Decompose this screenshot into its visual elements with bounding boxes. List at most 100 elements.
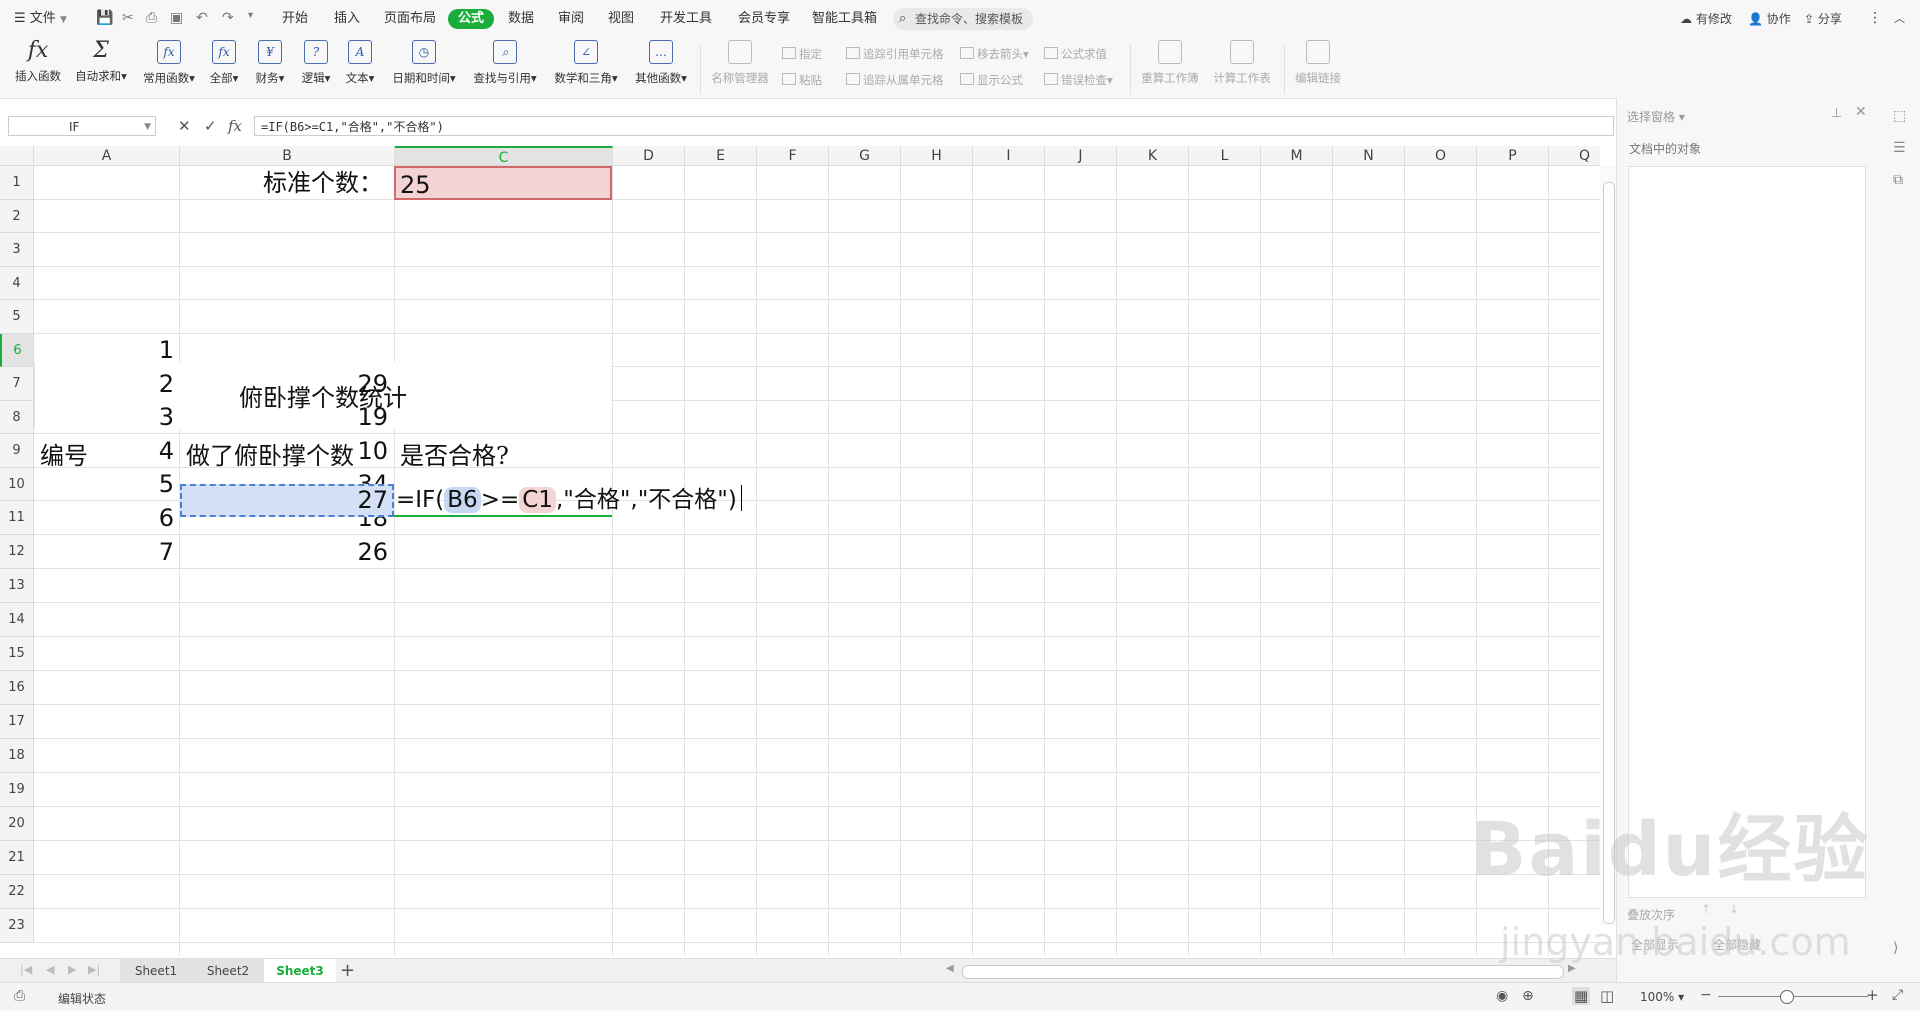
edit-links-button[interactable]: 编辑链接 (1290, 40, 1346, 86)
cell-a7[interactable]: 2 (34, 367, 180, 401)
cell-c1[interactable]: 25 (394, 166, 612, 200)
tab-developer[interactable]: 开发工具 (660, 9, 712, 29)
horizontal-scrollbar[interactable] (962, 965, 1564, 979)
send-backward-icon[interactable]: ↓ (1729, 902, 1739, 916)
add-sheet-icon[interactable]: + (340, 960, 355, 981)
sheet-tab-3[interactable]: Sheet3 (264, 959, 336, 983)
all-functions-button[interactable]: fx 全部▾ (206, 40, 242, 86)
cell-b8[interactable]: 19 (180, 401, 394, 434)
row-header-10[interactable]: 10 (0, 468, 34, 501)
column-header-l[interactable]: L (1189, 146, 1261, 166)
column-header-n[interactable]: N (1333, 146, 1405, 166)
row-header-8[interactable]: 8 (0, 401, 34, 434)
column-header-c[interactable]: C (395, 146, 613, 166)
row-header-5[interactable]: 5 (0, 300, 34, 334)
cell-c6-editor[interactable]: =IF(B6 >= C1 ,"合格","不合格") (396, 484, 742, 517)
normal-view-icon[interactable]: ▦ (1572, 987, 1591, 1005)
bring-forward-icon[interactable]: ↑ (1701, 902, 1711, 916)
sheet-tab-2[interactable]: Sheet2 (192, 959, 264, 983)
financial-button[interactable]: ¥ 财务▾ (252, 40, 288, 86)
common-functions-button[interactable]: fx 常用函数▾ (138, 40, 200, 86)
cell-a10[interactable]: 5 (34, 468, 180, 501)
tab-insert[interactable]: 插入 (334, 9, 360, 29)
math-trig-button[interactable]: ∠ 数学和三角▾ (550, 40, 622, 86)
column-header-p[interactable]: P (1477, 146, 1549, 166)
calc-sheet-button[interactable]: 计算工作表 (1210, 40, 1274, 86)
error-checking-button[interactable]: 错误检查▾ (1044, 72, 1113, 88)
row-header-7[interactable]: 7 (0, 367, 34, 401)
column-header-f[interactable]: F (757, 146, 829, 166)
sheet-next-icon[interactable]: ▶ (68, 963, 76, 976)
zoom-level[interactable]: 100% ▾ (1640, 990, 1684, 1004)
collapse-ribbon-icon[interactable]: ︿ (1894, 10, 1905, 26)
close-icon[interactable]: ✕ (1855, 104, 1867, 120)
more-icon[interactable]: ⋮ (1868, 10, 1882, 26)
row-header-15[interactable]: 15 (0, 637, 34, 671)
eye-protect-icon[interactable]: ◉ (1496, 988, 1508, 1004)
cell-c5[interactable]: 是否合格? (394, 436, 612, 476)
page-layout-view-icon[interactable]: ◫ (1600, 987, 1614, 1005)
tab-smart-toolbox[interactable]: 智能工具箱 (812, 9, 877, 29)
row-header-21[interactable]: 21 (0, 841, 34, 875)
column-header-g[interactable]: G (829, 146, 901, 166)
cell-b7[interactable]: 29 (180, 367, 394, 401)
name-box[interactable]: IF ▼ (8, 116, 156, 136)
quick-access-chevron-icon[interactable]: ▾ (248, 10, 253, 21)
confirm-icon[interactable]: ✓ (204, 117, 217, 135)
command-search[interactable]: ⌕ 查找命令、搜索模板 (893, 8, 1033, 30)
share-button[interactable]: ⇪ 分享 (1804, 10, 1842, 27)
print-preview-icon[interactable]: ▣ (170, 10, 183, 26)
row-header-9[interactable]: 9 (0, 434, 34, 468)
column-header-d[interactable]: D (613, 146, 685, 166)
backup-icon[interactable]: ⧉ (1893, 172, 1903, 188)
grid-toggle-icon[interactable]: ⊕ (1522, 988, 1534, 1004)
insert-function-icon[interactable]: fx (228, 117, 242, 135)
fullscreen-icon[interactable]: ⤢ (1892, 987, 1903, 1003)
row-header-1[interactable]: 1 (0, 166, 34, 200)
column-header-e[interactable]: E (685, 146, 757, 166)
row-header-19[interactable]: 19 (0, 773, 34, 807)
redo-icon[interactable]: ↷ (222, 10, 234, 26)
save-icon[interactable]: 💾 (96, 10, 113, 26)
name-manager-button[interactable]: 名称管理器 (708, 40, 772, 86)
pin-icon[interactable]: ⊥ (1831, 106, 1842, 121)
column-header-j[interactable]: J (1045, 146, 1117, 166)
cell-a11[interactable]: 6 (34, 501, 180, 535)
show-formulas-button[interactable]: 显示公式 (960, 72, 1023, 88)
sheet-last-icon[interactable]: ▶| (88, 963, 100, 976)
properties-icon[interactable]: ☰ (1893, 140, 1906, 156)
macro-record-icon[interactable]: ⎙ (14, 988, 25, 1004)
format-painter-icon[interactable]: ✂ (122, 10, 134, 26)
column-header-h[interactable]: H (901, 146, 973, 166)
tab-page-layout[interactable]: 页面布局 (384, 9, 436, 29)
tab-view[interactable]: 视图 (608, 9, 634, 29)
column-header-b[interactable]: B (180, 146, 395, 166)
insert-function-button[interactable]: fx 插入函数 (10, 40, 66, 84)
cell-a6[interactable]: 1 (34, 334, 180, 367)
column-header-i[interactable]: I (973, 146, 1045, 166)
row-header-13[interactable]: 13 (0, 569, 34, 603)
sheet-prev-icon[interactable]: ◀ (46, 963, 54, 976)
cell-b12[interactable]: 26 (180, 535, 394, 569)
logical-button[interactable]: ? 逻辑▾ (298, 40, 334, 86)
column-header-q[interactable]: Q (1549, 146, 1600, 166)
cell-b1[interactable]: 标准个数： (180, 166, 395, 200)
print-icon[interactable]: ⎙ (146, 10, 157, 26)
tab-data[interactable]: 数据 (508, 9, 534, 29)
cell-b9[interactable]: 10 (180, 434, 394, 468)
changes-button[interactable]: ☁ 有修改 (1680, 10, 1732, 27)
row-header-22[interactable]: 22 (0, 875, 34, 909)
cell-a8[interactable]: 3 (34, 401, 180, 434)
trace-precedents-button[interactable]: 追踪引用单元格 (846, 46, 944, 62)
row-header-12[interactable]: 12 (0, 535, 34, 569)
row-header-2[interactable]: 2 (0, 200, 34, 233)
file-menu[interactable]: ☰ 文件 ▼ (14, 9, 67, 29)
formula-input[interactable]: =IF(B6>=C1,"合格","不合格") (254, 116, 1614, 136)
paste-name-button[interactable]: 粘贴 (782, 72, 822, 88)
cancel-icon[interactable]: ✕ (178, 117, 191, 135)
date-time-button[interactable]: ◷ 日期和时间▾ (388, 40, 460, 86)
row-header-6[interactable]: 6 (0, 334, 34, 367)
column-header-a[interactable]: A (34, 146, 180, 166)
cell-b6[interactable]: 27 (180, 484, 394, 517)
define-name-button[interactable]: 指定 (782, 46, 822, 62)
